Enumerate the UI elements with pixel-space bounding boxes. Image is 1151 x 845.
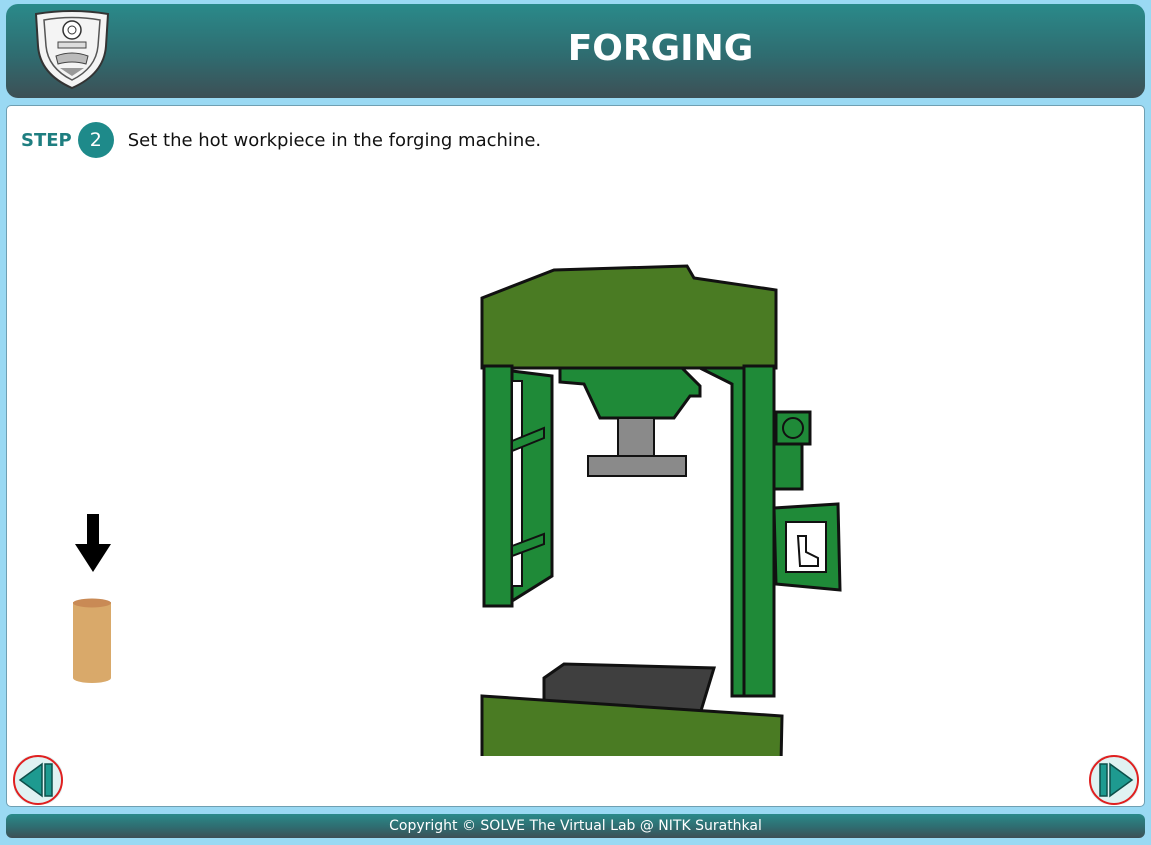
page-title: FORGING xyxy=(567,28,754,69)
step-label: STEP xyxy=(21,129,72,151)
next-button[interactable] xyxy=(1088,754,1140,806)
hot-workpiece[interactable] xyxy=(71,598,113,684)
previous-button[interactable] xyxy=(12,754,64,806)
step-instruction: Set the hot workpiece in the forging mac… xyxy=(127,129,542,151)
step-number-badge: 2 xyxy=(77,122,114,158)
forging-press-machine xyxy=(480,264,842,756)
header-bar: FORGING xyxy=(6,4,1145,98)
arrow-down-icon xyxy=(75,514,111,572)
footer-copyright: Copyright © SOLVE The Virtual Lab @ NITK… xyxy=(6,814,1145,838)
main-panel: STEP 2 Set the hot workpiece in the forg… xyxy=(6,105,1145,807)
step-indicator: STEP 2 Set the hot workpiece in the forg… xyxy=(21,122,541,158)
